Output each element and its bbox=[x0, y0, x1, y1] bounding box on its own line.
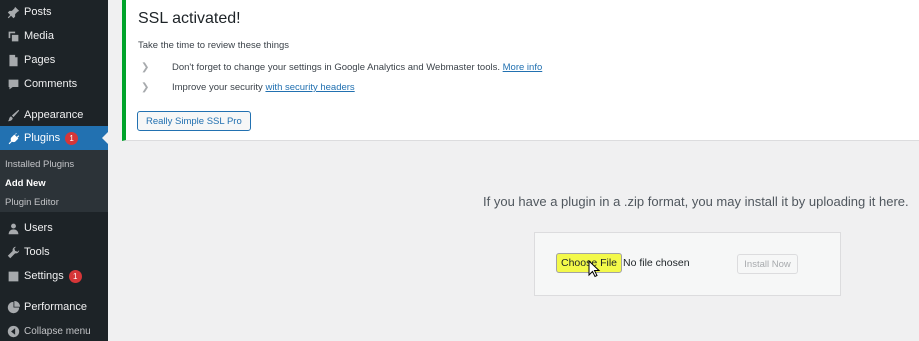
pin-icon bbox=[2, 6, 24, 19]
sidebar-item-appearance[interactable]: Appearance bbox=[0, 103, 108, 127]
collapse-icon bbox=[2, 325, 24, 338]
sidebar-item-comments[interactable]: Comments bbox=[0, 72, 108, 96]
more-info-link[interactable]: More info bbox=[503, 62, 543, 73]
submenu-installed-plugins[interactable]: Installed Plugins bbox=[5, 159, 74, 170]
sidebar-item-settings[interactable]: Settings 1 bbox=[0, 264, 108, 288]
submenu-plugin-editor[interactable]: Plugin Editor bbox=[5, 197, 59, 208]
sidebar-item-performance[interactable]: Performance bbox=[0, 295, 108, 319]
really-simple-ssl-pro-button[interactable]: Really Simple SSL Pro bbox=[137, 111, 251, 131]
pages-icon bbox=[2, 54, 24, 67]
plug-icon bbox=[2, 132, 24, 145]
notice-tip-analytics: ❯ Don't forget to change your settings i… bbox=[141, 62, 543, 73]
file-status-text: No file chosen bbox=[623, 257, 690, 269]
submenu-add-new[interactable]: Add New bbox=[5, 178, 46, 189]
active-menu-arrow bbox=[102, 132, 108, 144]
wrench-icon bbox=[2, 246, 24, 259]
settings-icon bbox=[2, 270, 24, 283]
install-now-button[interactable]: Install Now bbox=[737, 254, 798, 274]
plugins-update-badge: 1 bbox=[65, 131, 79, 145]
admin-sidebar: Posts Media Pages Comments Appearance Pl… bbox=[0, 0, 108, 341]
upload-help-text: If you have a plugin in a .zip format, y… bbox=[483, 194, 909, 209]
sidebar-item-users[interactable]: Users bbox=[0, 216, 108, 240]
chevron-right-icon: ❯ bbox=[141, 62, 150, 73]
plugins-submenu: Installed Plugins Add New Plugin Editor bbox=[0, 150, 108, 212]
mouse-cursor-icon bbox=[588, 260, 601, 278]
sidebar-item-tools[interactable]: Tools bbox=[0, 240, 108, 264]
notice-title: SSL activated! bbox=[138, 10, 241, 27]
comments-icon bbox=[2, 78, 24, 91]
brush-icon bbox=[2, 109, 24, 122]
notice-intro: Take the time to review these things bbox=[138, 40, 290, 51]
collapse-menu-button[interactable]: Collapse menu bbox=[0, 319, 108, 341]
security-headers-link[interactable]: with security headers bbox=[265, 82, 354, 93]
performance-icon bbox=[2, 300, 24, 314]
notice-tip-security: ❯ Improve your security with security he… bbox=[141, 82, 355, 93]
sidebar-item-posts[interactable]: Posts bbox=[0, 0, 108, 24]
ssl-activated-notice: SSL activated! Take the time to review t… bbox=[122, 0, 919, 141]
users-icon bbox=[2, 222, 24, 235]
sidebar-item-media[interactable]: Media bbox=[0, 24, 108, 48]
chevron-right-icon: ❯ bbox=[141, 82, 150, 93]
media-icon bbox=[2, 30, 24, 43]
sidebar-item-pages[interactable]: Pages bbox=[0, 48, 108, 72]
settings-update-badge: 1 bbox=[68, 269, 82, 283]
sidebar-item-plugins[interactable]: Plugins 1 bbox=[0, 126, 108, 150]
